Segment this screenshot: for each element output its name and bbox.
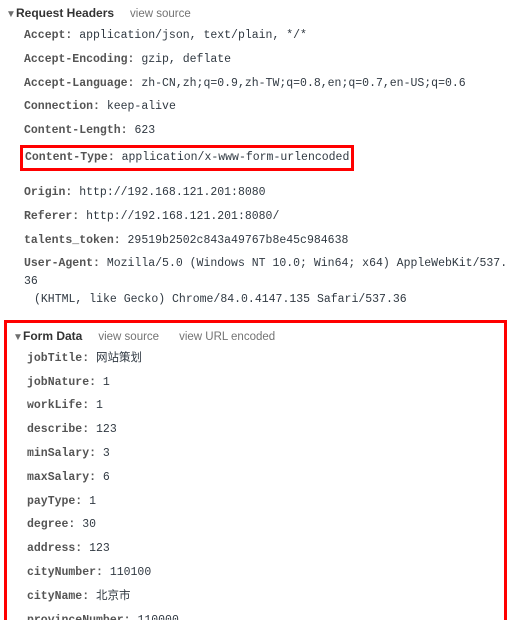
form-value: 110000 xyxy=(137,614,178,620)
header-row: Connection: keep-alive xyxy=(24,95,511,119)
header-value: zh-CN,zh;q=0.9,zh-TW;q=0.8,en;q=0.7,en-U… xyxy=(141,77,465,90)
form-key: maxSalary: xyxy=(27,471,96,484)
form-data-highlight-box: ▼ Form Data view source view URL encoded… xyxy=(4,320,507,620)
section-title: Form Data xyxy=(23,329,82,343)
view-source-link[interactable]: view source xyxy=(130,8,191,20)
request-headers-list: Accept: application/json, text/plain, */… xyxy=(0,24,511,143)
request-headers-list-continued: Origin: http://192.168.121.201:8080 Refe… xyxy=(0,173,511,312)
form-key: jobNature: xyxy=(27,376,96,389)
header-row: Content-Length: 623 xyxy=(24,119,511,143)
header-value: 623 xyxy=(134,124,155,137)
form-row: provinceNumber: 110000 xyxy=(27,609,504,620)
form-value: 网站策划 xyxy=(96,352,142,365)
header-row: Origin: http://192.168.121.201:8080 xyxy=(24,181,511,205)
form-value: 1 xyxy=(89,495,96,508)
form-value: 1 xyxy=(96,399,103,412)
header-value-wrap: (KHTML, like Gecko) Chrome/84.0.4147.135… xyxy=(34,293,407,306)
form-row: address: 123 xyxy=(27,537,504,561)
header-row: talents_token: 29519b2502c843a49767b8e45… xyxy=(24,229,511,253)
form-key: cityName: xyxy=(27,590,89,603)
form-key: address: xyxy=(27,542,82,555)
header-value: application/x-www-form-urlencoded xyxy=(122,151,350,164)
form-data-header[interactable]: ▼ Form Data view source view URL encoded xyxy=(7,327,504,347)
header-value: application/json, text/plain, */* xyxy=(79,29,307,42)
form-value: 6 xyxy=(103,471,110,484)
form-row: describe: 123 xyxy=(27,418,504,442)
header-value: 29519b2502c843a49767b8e45c984638 xyxy=(128,234,349,247)
form-key: payType: xyxy=(27,495,82,508)
header-key: Origin: xyxy=(24,186,72,199)
header-key: Content-Type: xyxy=(25,151,115,164)
form-key: provinceNumber: xyxy=(27,614,131,620)
form-value: 30 xyxy=(82,518,96,531)
header-key: Referer: xyxy=(24,210,79,223)
header-key: Accept-Encoding: xyxy=(24,53,134,66)
header-key: talents_token: xyxy=(24,234,121,247)
form-row: minSalary: 3 xyxy=(27,442,504,466)
form-value: 北京市 xyxy=(96,590,131,603)
form-row: jobNature: 1 xyxy=(27,371,504,395)
form-data-list: jobTitle: 网站策划 jobNature: 1 workLife: 1 … xyxy=(7,347,504,620)
form-row: maxSalary: 6 xyxy=(27,466,504,490)
form-key: describe: xyxy=(27,423,89,436)
header-row: Accept-Language: zh-CN,zh;q=0.9,zh-TW;q=… xyxy=(24,72,511,96)
form-data-section: ▼ Form Data view source view URL encoded… xyxy=(7,323,504,620)
header-value: keep-alive xyxy=(107,100,176,113)
disclosure-triangle-icon: ▼ xyxy=(13,332,23,343)
form-row: cityNumber: 110100 xyxy=(27,561,504,585)
view-source-link[interactable]: view source xyxy=(98,331,159,343)
header-key: Accept-Language: xyxy=(24,77,134,90)
header-row: Content-Type: application/x-www-form-url… xyxy=(25,148,349,167)
header-key: User-Agent: xyxy=(24,257,100,270)
content-type-highlight: Content-Type: application/x-www-form-url… xyxy=(0,145,511,171)
form-row: jobTitle: 网站策划 xyxy=(27,347,504,371)
header-key: Content-Length: xyxy=(24,124,128,137)
form-row: degree: 30 xyxy=(27,513,504,537)
header-key: Accept: xyxy=(24,29,72,42)
red-highlight-box: Content-Type: application/x-www-form-url… xyxy=(20,145,354,171)
header-value: http://192.168.121.201:8080/ xyxy=(86,210,279,223)
form-key: workLife: xyxy=(27,399,89,412)
header-row: User-Agent: Mozilla/5.0 (Windows NT 10.0… xyxy=(24,252,511,311)
view-url-encoded-link[interactable]: view URL encoded xyxy=(179,331,275,343)
form-row: payType: 1 xyxy=(27,490,504,514)
form-value: 3 xyxy=(103,447,110,460)
form-row: workLife: 1 xyxy=(27,394,504,418)
form-value: 110100 xyxy=(110,566,151,579)
header-row: Accept-Encoding: gzip, deflate xyxy=(24,48,511,72)
form-row: cityName: 北京市 xyxy=(27,585,504,609)
request-headers-header[interactable]: ▼ Request Headers view source xyxy=(0,4,511,24)
form-value: 123 xyxy=(89,542,110,555)
header-row: Accept: application/json, text/plain, */… xyxy=(24,24,511,48)
form-key: minSalary: xyxy=(27,447,96,460)
header-value: gzip, deflate xyxy=(141,53,231,66)
header-row: Referer: http://192.168.121.201:8080/ xyxy=(24,205,511,229)
form-key: degree: xyxy=(27,518,75,531)
section-title: Request Headers xyxy=(16,6,114,20)
form-value: 1 xyxy=(103,376,110,389)
form-key: jobTitle: xyxy=(27,352,89,365)
form-value: 123 xyxy=(96,423,117,436)
request-headers-section: ▼ Request Headers view source Accept: ap… xyxy=(0,0,511,318)
form-key: cityNumber: xyxy=(27,566,103,579)
header-value: http://192.168.121.201:8080 xyxy=(79,186,265,199)
header-key: Connection: xyxy=(24,100,100,113)
disclosure-triangle-icon: ▼ xyxy=(6,9,16,20)
